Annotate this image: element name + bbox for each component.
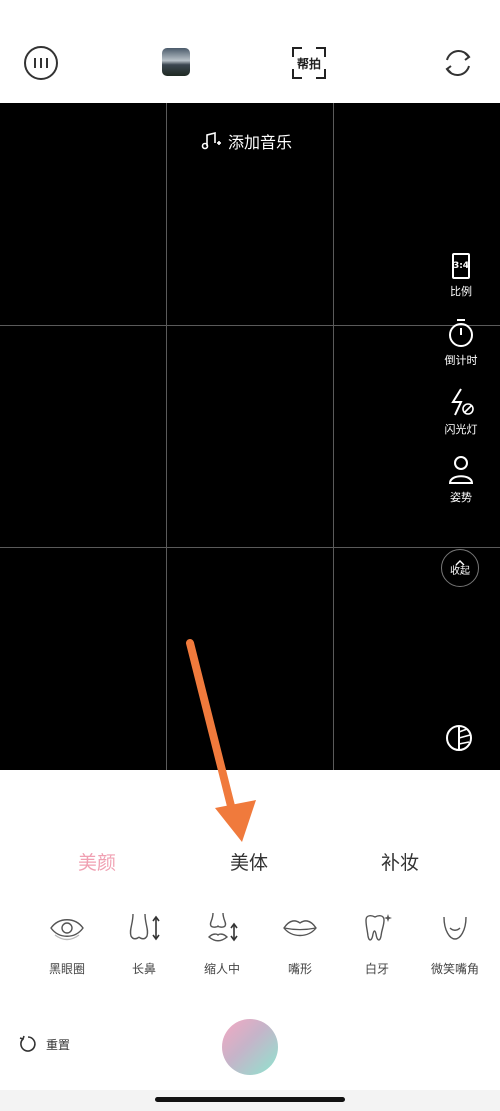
filter-icon <box>446 725 472 751</box>
reset-button[interactable]: 重置 <box>18 1034 70 1054</box>
frame-corner-icon <box>316 47 326 57</box>
tab-face-beauty[interactable]: 美颜 <box>78 848 116 875</box>
camera-viewfinder[interactable]: 添加音乐 3:4 比例 倒计时 闪光灯 姿势 收起 <box>0 103 500 770</box>
add-music-label: 添加音乐 <box>228 133 293 152</box>
frame-corner-icon <box>316 69 326 79</box>
beauty-item-label: 白牙 <box>364 962 389 976</box>
shutter-button[interactable] <box>222 1019 278 1075</box>
beauty-panel: 美颜 美体 补妆 黑眼圈 长鼻 缩人中 嘴形 白牙 微笑嘴角 重置 <box>0 770 500 1111</box>
aspect-ratio-badge: 3:4 <box>452 261 470 271</box>
camera-flip-icon <box>445 50 471 76</box>
tab-body-beauty[interactable]: 美体 <box>230 848 268 875</box>
beauty-item-philtrum[interactable]: 缩人中 <box>187 908 257 977</box>
beauty-item-label: 长鼻 <box>131 962 156 976</box>
reset-label: 重置 <box>46 1037 71 1052</box>
switch-camera-button[interactable] <box>441 46 475 80</box>
timer-button[interactable]: 倒计时 <box>436 318 486 368</box>
beauty-item-dark-circles[interactable]: 黑眼圈 <box>32 908 102 977</box>
collapse-label: 收起 <box>450 565 470 577</box>
beauty-item-label: 缩人中 <box>203 962 240 976</box>
beauty-item-label: 微笑嘴角 <box>430 962 479 976</box>
tab-makeup[interactable]: 补妆 <box>381 848 419 875</box>
pose-label: 姿势 <box>450 491 472 504</box>
nose-length-icon <box>129 913 160 941</box>
frame-corner-icon <box>292 69 302 79</box>
frame-corner-icon <box>292 47 302 57</box>
beauty-item-smile-corners[interactable]: 微笑嘴角 <box>420 908 490 977</box>
grid-line <box>166 103 167 770</box>
beauty-item-long-nose[interactable]: 长鼻 <box>109 908 179 977</box>
pose-button[interactable]: 姿势 <box>436 455 486 505</box>
help-shoot-button[interactable]: 帮拍 <box>292 47 326 79</box>
aspect-ratio-icon: 3:4 <box>452 253 470 279</box>
collapse-tools-button[interactable]: 收起 <box>441 549 479 587</box>
home-indicator[interactable] <box>155 1097 345 1102</box>
philtrum-icon <box>207 912 238 942</box>
more-menu-button[interactable] <box>24 46 58 80</box>
person-pose-icon <box>448 456 474 484</box>
grid-line <box>0 325 500 326</box>
aspect-ratio-button[interactable]: 3:4 比例 <box>436 253 486 299</box>
top-toolbar: 帮拍 <box>0 0 500 103</box>
stopwatch-icon <box>449 319 473 347</box>
beauty-item-lip-shape[interactable]: 嘴形 <box>265 908 335 977</box>
flash-off-icon <box>451 388 474 416</box>
gallery-thumbnail-button[interactable] <box>162 48 190 76</box>
grid-line <box>0 547 500 548</box>
three-lines-icon <box>34 58 48 68</box>
smile-corner-icon <box>443 916 467 940</box>
timer-label: 倒计时 <box>444 354 478 367</box>
beauty-item-label: 嘴形 <box>287 962 312 976</box>
grid-line <box>333 103 334 770</box>
tooth-icon <box>365 914 392 941</box>
music-note-icon <box>201 131 221 150</box>
reset-icon <box>19 1035 36 1052</box>
add-music-button[interactable]: 添加音乐 <box>200 129 292 153</box>
beauty-item-label: 黑眼圈 <box>48 962 85 976</box>
flash-label: 闪光灯 <box>444 423 478 436</box>
filter-button[interactable] <box>445 724 473 752</box>
lips-icon <box>283 920 317 937</box>
aspect-ratio-label: 比例 <box>450 285 472 298</box>
eye-icon <box>50 919 84 941</box>
beauty-item-white-teeth[interactable]: 白牙 <box>342 908 412 977</box>
flash-button[interactable]: 闪光灯 <box>436 387 486 437</box>
